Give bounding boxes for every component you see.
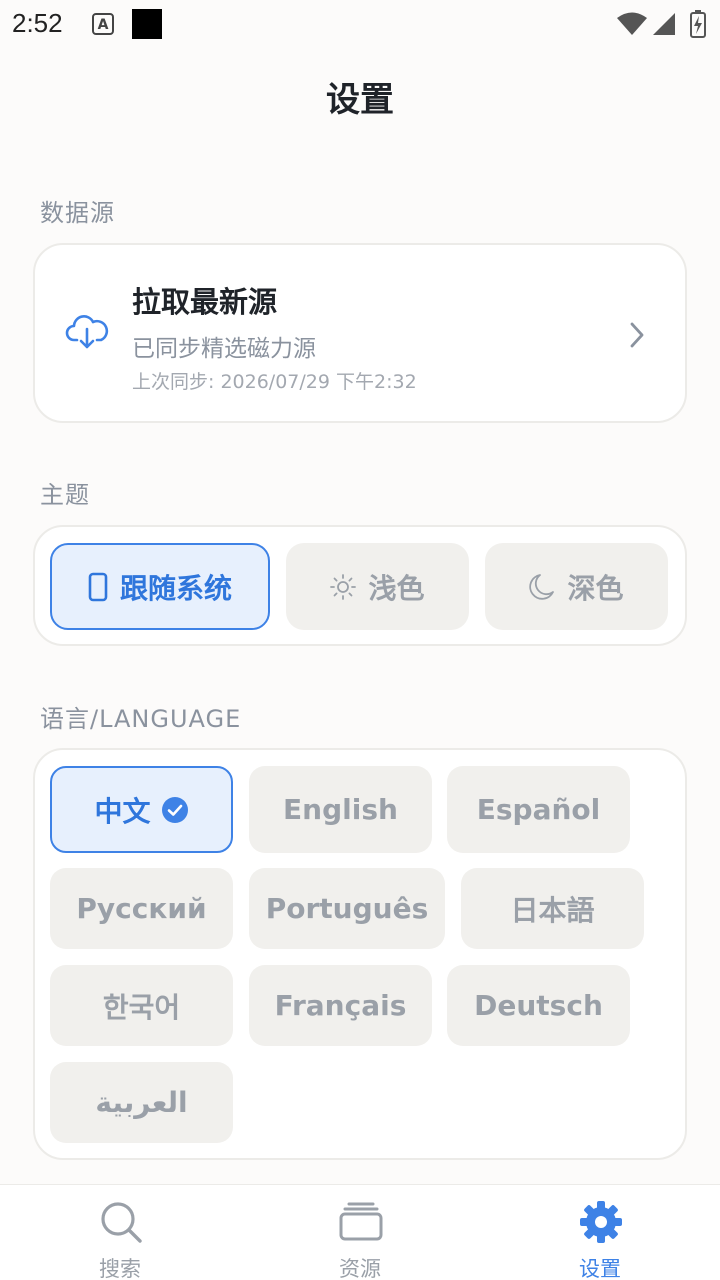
language-option-label: Português (265, 892, 429, 925)
chevron-right-icon (630, 322, 644, 348)
check-circle-icon (161, 796, 188, 823)
language-option-label: العربية (95, 1086, 188, 1119)
theme-card: 跟随系统 浅色 深色 (33, 525, 687, 646)
language-option-fr[interactable]: Français (249, 965, 432, 1046)
nav-item-settings[interactable]: 设置 (540, 1185, 660, 1280)
last-sync-time: 上次同步: 2026/07/29 下午2:32 (132, 371, 417, 393)
language-option-label: Français (274, 989, 407, 1022)
search-icon (101, 1202, 142, 1243)
sun-icon (330, 573, 357, 600)
language-option-label: 한국어 (102, 990, 181, 1024)
theme-option-label: 深色 (567, 571, 624, 605)
nav-label: 资源 (339, 1257, 381, 1280)
theme-option-light[interactable]: 浅色 (286, 543, 469, 630)
language-option-ko[interactable]: 한국어 (50, 965, 233, 1046)
language-option-label: 日本語 (510, 893, 595, 927)
language-option-label: 中文 (94, 794, 151, 828)
theme-option-label: 跟随系统 (119, 571, 232, 605)
a-notification-icon: A (92, 13, 114, 35)
theme-section-label: 主题 (40, 481, 90, 509)
language-option-label: Español (476, 793, 601, 826)
layers-icon (339, 1202, 383, 1241)
language-option-ja[interactable]: 日本語 (461, 868, 644, 949)
svg-text:A: A (98, 17, 109, 33)
theme-option-dark[interactable]: 深色 (485, 543, 668, 630)
theme-option-label: 浅色 (368, 571, 425, 605)
source-title: 拉取最新源 (132, 285, 278, 319)
nav-item-resources[interactable]: 资源 (300, 1185, 420, 1280)
page-title: 设置 (326, 80, 394, 120)
nav-label: 设置 (579, 1257, 621, 1280)
language-option-de[interactable]: Deutsch (447, 965, 630, 1046)
battery-icon (690, 10, 706, 38)
phone-icon (88, 572, 108, 601)
fetch-latest-source-card[interactable]: 拉取最新源 已同步精选磁力源 上次同步: 2026/07/29 下午2:32 (33, 243, 687, 423)
language-option-ar[interactable]: العربية (50, 1062, 233, 1143)
language-section-label: 语言/LANGUAGE (40, 705, 242, 733)
wifi-icon (617, 12, 647, 35)
language-option-pt[interactable]: Português (249, 868, 445, 949)
signal-icon (653, 13, 675, 35)
cloud-download-icon (65, 315, 109, 349)
nav-label: 搜索 (99, 1257, 141, 1280)
nav-item-search[interactable]: 搜索 (60, 1185, 180, 1280)
language-option-zh[interactable]: 中文 (50, 766, 233, 853)
gear-icon (580, 1201, 622, 1243)
language-option-label: English (283, 793, 398, 826)
theme-option-system[interactable]: 跟随系统 (50, 543, 270, 630)
language-option-en[interactable]: English (249, 766, 432, 853)
bottom-nav: 搜索 资源 设置 (0, 1184, 720, 1280)
square-notification-icon (132, 9, 162, 39)
moon-icon (529, 573, 555, 600)
language-card: 中文 English Español Русский Português 日本語… (33, 748, 687, 1160)
language-option-label: Русский (76, 892, 207, 925)
source-subtitle: 已同步精选磁力源 (132, 336, 316, 362)
status-bar: 2:52 A (0, 0, 720, 48)
status-time: 2:52 (12, 8, 63, 38)
language-option-es[interactable]: Español (447, 766, 630, 853)
data-source-section-label: 数据源 (40, 199, 115, 227)
language-option-label: Deutsch (474, 989, 603, 1022)
language-option-ru[interactable]: Русский (50, 868, 233, 949)
